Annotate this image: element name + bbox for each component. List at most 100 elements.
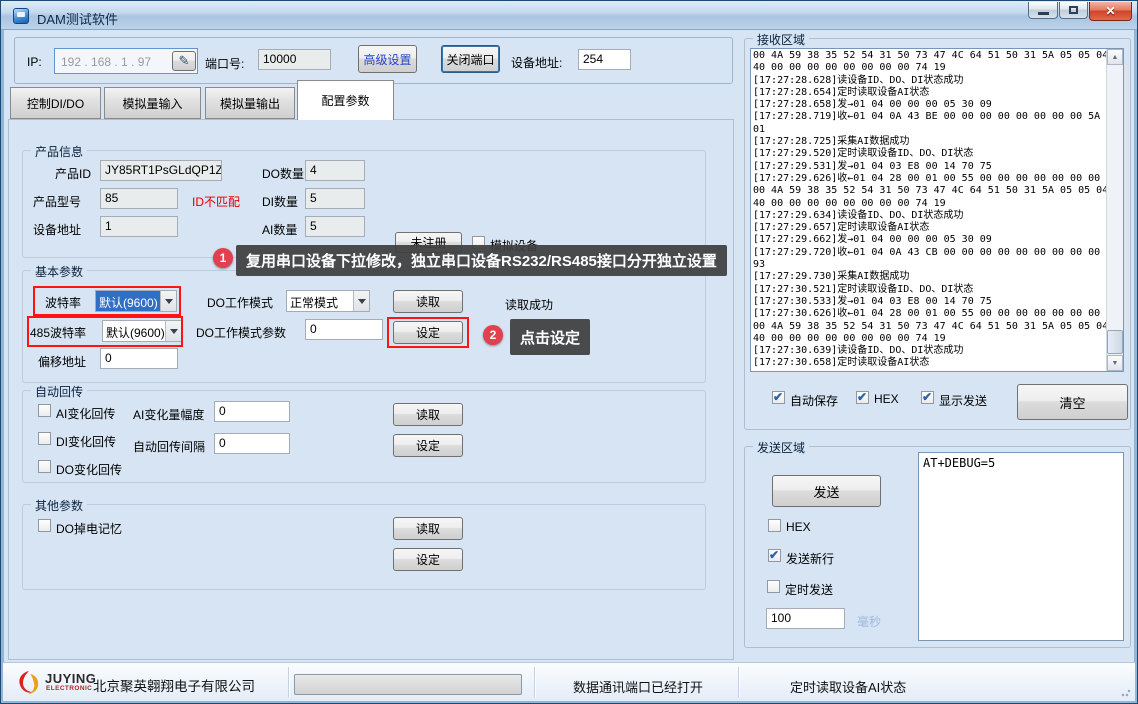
product-info-title: 产品信息	[31, 143, 87, 160]
device-address-input[interactable]: 254	[578, 49, 631, 70]
receive-hex-checkbox[interactable]	[856, 391, 869, 404]
other-read-label: 读取	[416, 520, 440, 537]
ai-change-amp-input[interactable]: 0	[214, 401, 290, 422]
tab-label: 模拟量输入	[122, 95, 182, 112]
product-id-field: JY85RT1PsGLdQP1Z	[100, 160, 222, 181]
window-title: DAM测试软件	[37, 9, 118, 28]
milliseconds-label: 毫秒	[857, 613, 881, 630]
do-mode-dropdown[interactable]: 正常模式	[286, 290, 370, 312]
statusbar-separator	[738, 667, 739, 697]
statusbar-separator	[534, 667, 535, 697]
other-set-label: 设定	[416, 551, 440, 568]
product-id-label: 产品ID	[55, 165, 91, 182]
tab-analog-input[interactable]: 模拟量输入	[104, 87, 201, 119]
send-content-textarea[interactable]: AT+DEBUG=5	[918, 452, 1124, 641]
send-newline-label: 发送新行	[786, 550, 834, 567]
tab-label: 配置参数	[321, 92, 369, 109]
offset-address-input[interactable]: 0	[100, 348, 178, 369]
title-bar[interactable]: DAM测试软件 ✕	[1, 1, 1137, 30]
do-power-memory-label: DO掉电记忆	[56, 520, 122, 537]
step1-badge: 1	[213, 248, 233, 268]
clear-button[interactable]: 清空	[1017, 384, 1128, 420]
advanced-settings-button[interactable]: 高级设置	[358, 45, 417, 73]
set-button-highlight-box	[387, 317, 469, 348]
auto-set-button[interactable]: 设定	[393, 434, 463, 457]
tab-analog-output[interactable]: 模拟量输出	[205, 87, 295, 119]
baud485-highlight-box	[27, 316, 183, 347]
ai-change-report-checkbox[interactable]	[38, 404, 51, 417]
step2-tooltip: 点击设定	[510, 319, 590, 355]
timed-send-checkbox[interactable]	[767, 580, 780, 593]
close-button[interactable]: ✕	[1089, 2, 1132, 21]
other-set-button[interactable]: 设定	[393, 548, 463, 571]
device-addr2-label: 设备地址	[33, 221, 81, 238]
device-addr2-field: 1	[100, 216, 178, 237]
scroll-up-icon[interactable]: ▲	[1107, 49, 1123, 65]
other-params-title: 其他参数	[31, 497, 87, 514]
do-power-memory-checkbox[interactable]	[38, 519, 51, 532]
maximize-button[interactable]	[1059, 2, 1088, 19]
send-area-title: 发送区域	[753, 439, 809, 456]
do-count-field: 4	[305, 160, 365, 181]
step1-tooltip: 复用串口设备下拉修改，独立串口设备RS232/RS485接口分开独立设置	[236, 245, 727, 276]
statusbar-separator	[288, 667, 289, 697]
receive-log-scrollbar[interactable]: ▲ ▼	[1106, 49, 1123, 371]
chevron-down-icon[interactable]	[353, 291, 369, 311]
receive-log[interactable]: 00 4A 59 38 35 52 54 31 50 73 47 4C 64 5…	[750, 48, 1124, 372]
show-send-checkbox[interactable]	[921, 391, 934, 404]
product-model-label: 产品型号	[33, 193, 81, 210]
close-port-button[interactable]: 关闭端口	[441, 45, 500, 73]
ai-count-field: 5	[305, 216, 365, 237]
brand-name: JUYING	[45, 671, 96, 686]
minimize-button[interactable]	[1028, 2, 1058, 19]
auto-report-interval-label: 自动回传间隔	[133, 438, 205, 455]
port-status-text: 数据通讯端口已经打开	[573, 677, 703, 696]
do-count-label: DO数量	[262, 165, 304, 182]
scroll-down-icon[interactable]: ▼	[1107, 355, 1123, 371]
ai-change-report-label: AI变化回传	[56, 405, 115, 422]
tab-config-params[interactable]: 配置参数	[297, 80, 394, 120]
progress-bar	[294, 674, 522, 695]
tab-control-dido[interactable]: 控制DI/DO	[10, 87, 101, 119]
di-count-field: 5	[305, 188, 365, 209]
clear-label: 清空	[1059, 393, 1085, 412]
basic-params-title: 基本参数	[31, 263, 87, 280]
resize-grip-icon[interactable]	[1121, 687, 1131, 697]
port-input[interactable]: 10000	[258, 49, 331, 70]
send-hex-checkbox[interactable]	[768, 519, 781, 532]
app-window: DAM测试软件 ✕ IP: 192 . 168 . 1 . 97 ✎ 端口号: …	[0, 0, 1138, 704]
basic-read-button[interactable]: 读取	[393, 290, 463, 313]
tab-label: 控制DI/DO	[27, 95, 84, 112]
close-port-label: 关闭端口	[446, 51, 494, 68]
send-button[interactable]: 发送	[772, 475, 881, 507]
ip-input[interactable]: 192 . 168 . 1 . 97 ✎	[54, 48, 198, 74]
basic-read-label: 读取	[416, 293, 440, 310]
product-model-field: 85	[100, 188, 178, 209]
advanced-settings-label: 高级设置	[363, 51, 411, 68]
offset-address-label: 偏移地址	[38, 353, 86, 370]
timed-interval-input[interactable]: 100	[766, 608, 845, 629]
auto-report-interval-input[interactable]: 0	[214, 433, 290, 454]
auto-report-title: 自动回传	[31, 383, 87, 400]
app-icon	[13, 8, 29, 24]
scrollbar-thumb[interactable]	[1107, 330, 1123, 354]
baud-rate-highlight-box	[33, 286, 181, 316]
receive-area-title: 接收区域	[753, 31, 809, 48]
step2-badge: 2	[483, 325, 503, 345]
other-read-button[interactable]: 读取	[393, 517, 463, 540]
port-label: 端口号:	[205, 55, 244, 72]
send-newline-checkbox[interactable]	[768, 549, 781, 562]
auto-read-label: 读取	[416, 406, 440, 423]
auto-read-button[interactable]: 读取	[393, 403, 463, 426]
read-status-text: 读取成功	[505, 296, 553, 313]
di-change-report-checkbox[interactable]	[38, 432, 51, 445]
do-mode-label: DO工作模式	[207, 294, 273, 311]
maximize-icon	[1069, 6, 1078, 14]
auto-save-checkbox[interactable]	[772, 391, 785, 404]
receive-hex-label: HEX	[874, 392, 899, 406]
do-mode-param-input[interactable]: 0	[305, 319, 383, 340]
do-change-report-checkbox[interactable]	[38, 460, 51, 473]
ai-count-label: AI数量	[262, 221, 297, 238]
ai-change-amp-label: AI变化量幅度	[133, 406, 204, 423]
edit-ip-button[interactable]: ✎	[172, 51, 196, 71]
